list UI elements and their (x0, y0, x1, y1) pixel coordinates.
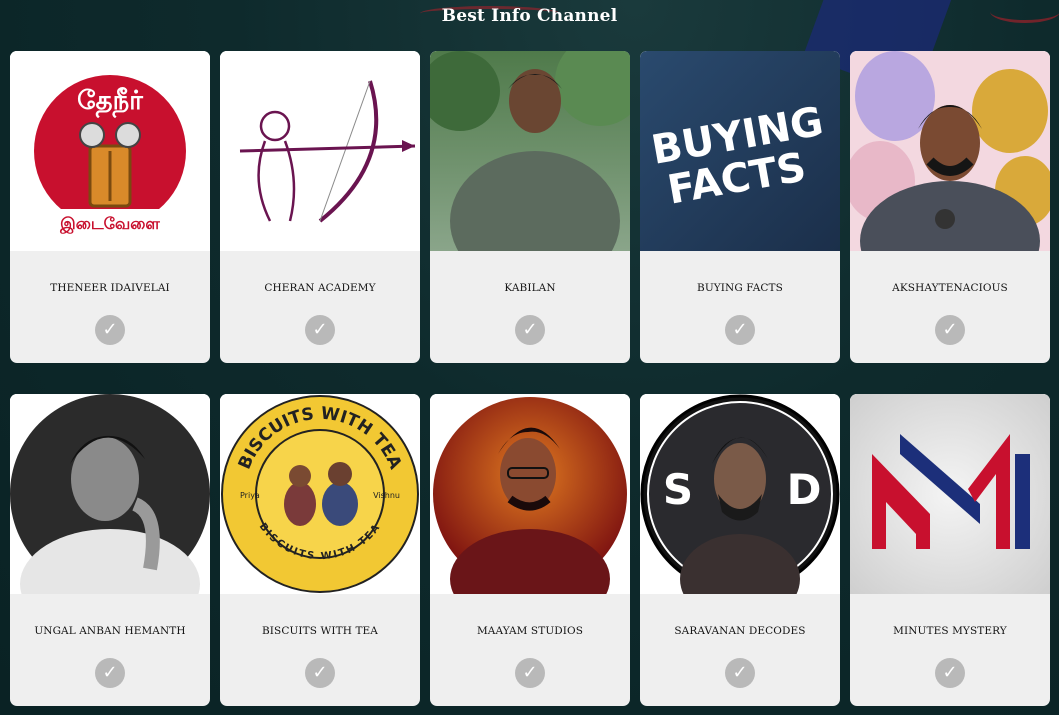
channel-name[interactable]: CHERAN ACADEMY (220, 282, 420, 294)
check-icon[interactable]: ✓ (95, 315, 125, 345)
check-icon[interactable]: ✓ (305, 315, 335, 345)
check-icon[interactable]: ✓ (725, 658, 755, 688)
biscuits-with-tea-logo-icon: BISCUITS WITH TEA BISCUITS WITH TEA Priy… (220, 394, 420, 594)
channel-card-akshaytenacious[interactable]: AKSHAYTENACIOUS ✓ (850, 51, 1050, 363)
red-portrait-icon (430, 394, 630, 594)
channel-name[interactable]: KABILAN (430, 282, 630, 294)
channel-thumbnail[interactable]: BISCUITS WITH TEA BISCUITS WITH TEA Priy… (220, 394, 420, 594)
channel-name[interactable]: AKSHAYTENACIOUS (850, 282, 1050, 294)
channel-card-minutes-mystery[interactable]: MINUTES MYSTERY ✓ (850, 394, 1050, 706)
person-with-balloons-icon (850, 51, 1050, 251)
mm-logo-icon (850, 394, 1050, 594)
logo-text-bottom: இடைவேளை (59, 214, 160, 234)
channel-thumbnail[interactable] (430, 51, 630, 251)
logo-text-left: Priya (240, 491, 260, 500)
channel-name[interactable]: MAAYAM STUDIOS (430, 625, 630, 637)
check-icon[interactable]: ✓ (95, 658, 125, 688)
channel-thumbnail[interactable]: S D (640, 394, 840, 594)
logo-text-top: தேநீர் (77, 86, 143, 118)
channel-card-cheran-academy[interactable]: CHERAN ACADEMY ✓ (220, 51, 420, 363)
page-title: Best Info Channel (441, 6, 618, 26)
channel-card-maayam-studios[interactable]: MAAYAM STUDIOS ✓ (430, 394, 630, 706)
check-icon[interactable]: ✓ (935, 658, 965, 688)
channel-name[interactable]: MINUTES MYSTERY (850, 625, 1050, 637)
channel-card-biscuits-with-tea[interactable]: BISCUITS WITH TEA BISCUITS WITH TEA Priy… (220, 394, 420, 706)
channel-card-buying-facts[interactable]: BUYING FACTS BUYING FACTS ✓ (640, 51, 840, 363)
channel-thumbnail[interactable] (850, 394, 1050, 594)
channel-thumbnail[interactable] (430, 394, 630, 594)
channel-card-ungal-anban-hemanth[interactable]: UNGAL ANBAN HEMANTH ✓ (10, 394, 210, 706)
check-icon[interactable]: ✓ (725, 315, 755, 345)
logo-text-right: Vishnu (373, 491, 400, 500)
channel-name[interactable]: SARAVANAN DECODES (640, 625, 840, 637)
channel-thumbnail[interactable]: BUYING FACTS (640, 51, 840, 251)
channel-card-saravanan-decodes[interactable]: S D SARAVANAN DECODES ✓ (640, 394, 840, 706)
channel-thumbnail[interactable] (220, 51, 420, 251)
check-icon[interactable]: ✓ (515, 315, 545, 345)
channel-thumbnail[interactable] (850, 51, 1050, 251)
sd-portrait-icon: S D (640, 394, 840, 594)
channel-card-theneer-idaivelai[interactable]: தேநீர் இடைவேளை THENEER IDAIVELAI ✓ (10, 51, 210, 363)
logo-text-right: D (787, 465, 822, 514)
channel-name[interactable]: BISCUITS WITH TEA (220, 625, 420, 637)
channel-thumbnail[interactable]: தேநீர் இடைவேளை (10, 51, 210, 251)
archer-logo-icon (220, 51, 420, 251)
channel-name[interactable]: THENEER IDAIVELAI (10, 282, 210, 294)
tea-glass-logo-icon: தேநீர் இடைவேளை (10, 51, 210, 251)
bw-portrait-icon (10, 394, 210, 594)
channel-card-kabilan[interactable]: KABILAN ✓ (430, 51, 630, 363)
person-photo-icon (430, 51, 630, 251)
buying-facts-logo-icon: BUYING FACTS (640, 51, 840, 251)
logo-text-left: S (663, 465, 693, 514)
channel-name[interactable]: UNGAL ANBAN HEMANTH (10, 625, 210, 637)
check-icon[interactable]: ✓ (305, 658, 335, 688)
channel-thumbnail[interactable] (10, 394, 210, 594)
check-icon[interactable]: ✓ (515, 658, 545, 688)
channel-name[interactable]: BUYING FACTS (640, 282, 840, 294)
check-icon[interactable]: ✓ (935, 315, 965, 345)
